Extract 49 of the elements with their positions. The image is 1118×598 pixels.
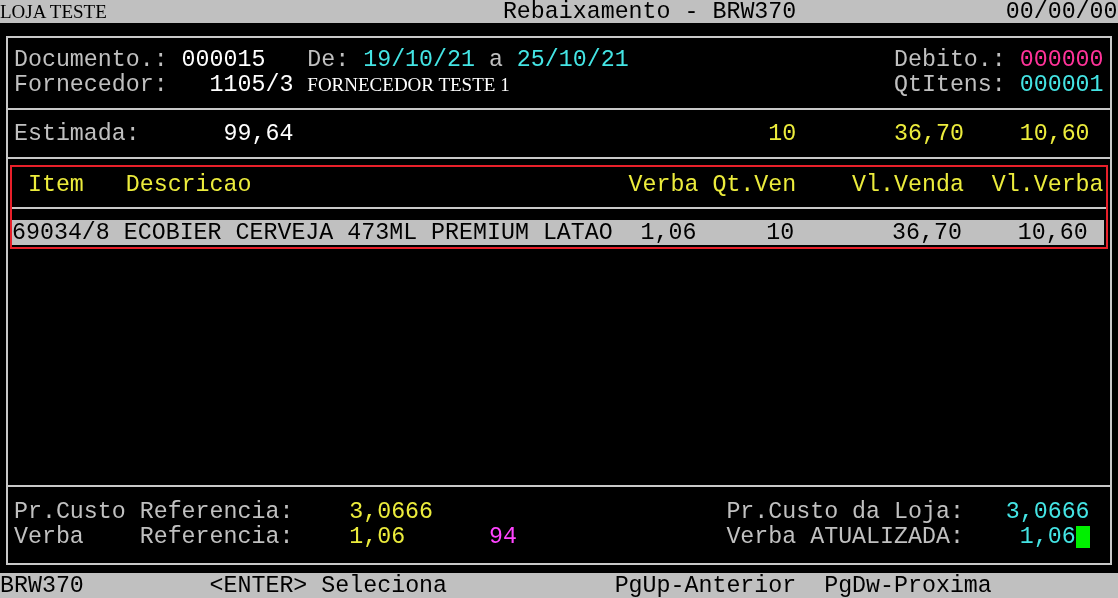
field-label: Fornecedor: — [13, 73, 168, 96]
supplier-code: 1105/3 — [209, 73, 294, 96]
allowance-value: 1,06 — [1019, 525, 1076, 548]
field-label: Documento.: — [13, 48, 168, 71]
field-label: Verba ATUALIZADA: — [726, 525, 964, 548]
program-code: BRW370 — [0, 574, 84, 597]
key-hint: <ENTER> Seleciona — [209, 574, 448, 597]
field-label: Referencia: — [139, 525, 294, 548]
date-text: 00/00/00 — [1005, 0, 1118, 23]
column-header: Verba — [628, 173, 699, 196]
column-header: Qt.Ven — [712, 173, 797, 196]
column-header: Vl.Verba — [991, 173, 1104, 196]
table-cell: 69034/8 — [12, 221, 110, 244]
supplier-name: FORNECEDOR TESTE 1 — [307, 73, 510, 96]
date-text: 25/10/21 — [516, 48, 629, 71]
screen-title: Rebaixamento - BRW370 — [502, 0, 797, 23]
allowance-value: 1,06 — [349, 525, 406, 548]
column-header: Vl.Venda — [852, 173, 964, 196]
table-cell: 10 — [766, 221, 795, 244]
table-cell: 1,06 — [640, 221, 697, 244]
estimate-value: 10,60 — [1019, 122, 1090, 145]
item-count-value: 000001 — [1019, 73, 1104, 96]
field-label: Verba — [13, 525, 84, 548]
column-header: Descricao — [125, 173, 252, 196]
estimate-value: 99,64 — [223, 122, 294, 145]
store-name: LOJA TESTE — [0, 0, 107, 23]
key-hint: PgDw-Proxima — [824, 574, 992, 597]
field-label: Estimada: — [13, 122, 140, 145]
allowance-extra: 94 — [488, 525, 517, 548]
debit-value: 000000 — [1019, 48, 1104, 71]
key-hint: PgUp-Anterior — [614, 574, 797, 597]
table-row[interactable]: 69034/8 ECOBIER CERVEJA 473ML PREMIUM LATAO 1,06 10 36,70 10,60 — [12, 220, 1104, 245]
field-label: QtItens: — [894, 73, 1006, 96]
field-label: De: — [307, 48, 350, 71]
range-separator: a — [488, 48, 503, 71]
table-cell: ECOBIER CERVEJA 473ML PREMIUM LATAO — [123, 221, 613, 244]
date-text: 19/10/21 — [363, 48, 475, 71]
column-header: Item — [27, 173, 84, 196]
table-cell: 10,60 — [1017, 221, 1088, 244]
cost-value: 3,0666 — [1005, 500, 1090, 523]
field-label: Pr.Custo — [13, 500, 126, 523]
field-label: Pr.Custo da Loja: — [726, 500, 964, 523]
table-cell: 36,70 — [892, 221, 962, 244]
estimate-value: 36,70 — [894, 122, 964, 145]
document-number: 000015 — [181, 48, 266, 71]
estimate-value: 10 — [768, 122, 797, 145]
field-label: Referencia: — [139, 500, 294, 523]
field-label: Debito.: — [894, 48, 1006, 71]
cost-value: 3,0666 — [349, 500, 434, 523]
